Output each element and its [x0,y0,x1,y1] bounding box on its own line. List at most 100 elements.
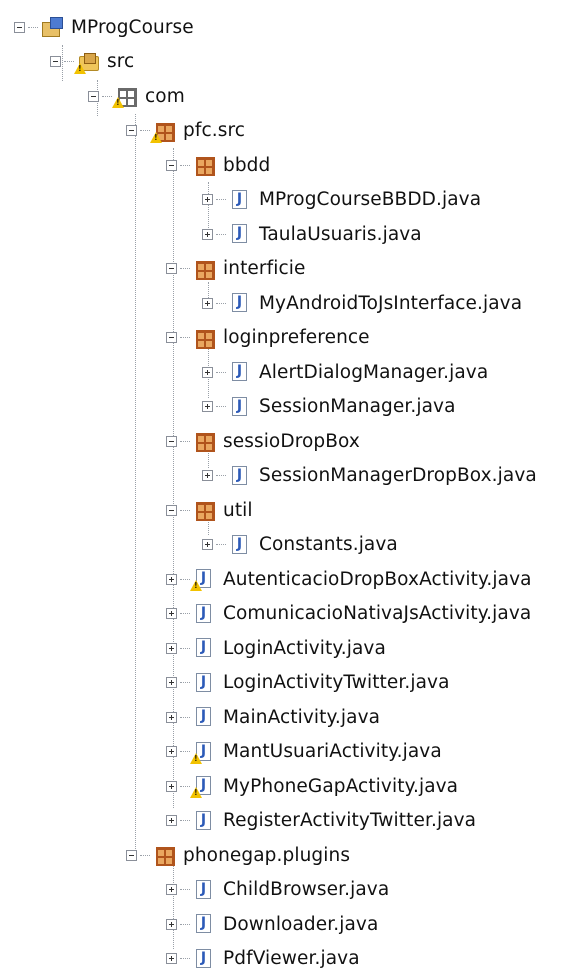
tree-item-folder[interactable]: pfc.src [126,116,245,146]
tree-item-file[interactable]: J MProgCourseBBDD.java [202,185,481,215]
tree-item-label: Constants.java [259,534,398,555]
expand-icon[interactable] [166,746,177,757]
expand-icon[interactable] [166,677,177,688]
tree-item-file[interactable]: J ComunicacioNativaJsActivity.java [166,599,531,629]
expand-icon[interactable] [166,780,177,792]
tree-item-file[interactable]: J SessionManager.java [202,392,456,422]
tree-item-label: ComunicacioNativaJsActivity.java [223,603,532,624]
java-file-icon: J [193,879,215,901]
tree-item-label: LoginActivity.java [223,637,386,659]
tree-connector [180,578,190,580]
tree-item-label: interficie [223,258,306,279]
collapse-icon[interactable] [166,332,177,343]
tree-item-label: MProgCourse [71,16,194,38]
tree-item-label: MantUsuariActivity.java [223,741,442,762]
tree-item-label: RegisterActivityTwitter.java [223,810,477,831]
tree-item-folder[interactable]: MProgCourse [14,12,194,42]
tree-item-file[interactable]: J MyAndroidToJsInterface.java [202,288,522,318]
collapse-icon[interactable] [166,504,177,516]
collapse-icon[interactable] [126,849,137,861]
tree-item-label: loginpreference [223,327,370,348]
tree-item-label: SessionManager.java [259,396,456,417]
collapse-icon[interactable] [14,21,25,33]
tree-item-file[interactable]: J TaulaUsuaris.java [202,219,422,249]
java-file-icon: J [193,603,215,625]
tree-item-label: Downloader.java [223,913,379,935]
expand-icon[interactable] [202,539,213,550]
tree-connector [64,61,74,62]
tree-item-file[interactable]: J RegisterActivityTwitter.java [166,806,476,836]
tree-item-folder[interactable]: interficie [166,254,305,284]
tree-item-folder[interactable]: sessioDropBox [166,426,360,456]
collapse-icon[interactable] [166,263,177,274]
tree-item-file[interactable]: J ChildBrowser.java [166,875,389,905]
expand-icon[interactable] [166,918,177,930]
expand-icon[interactable] [166,642,177,654]
tree-connector [216,544,226,545]
tree-item-file[interactable]: J LoginActivity.java [166,633,386,663]
warning-icon [150,131,162,143]
java-file-icon: J [190,741,215,764]
expand-icon[interactable] [166,884,177,895]
java-file-icon: J [193,672,215,694]
package-explorer-tree: MProgCourse srccom pfc.src bbdd J MProgCourse… [0,0,565,969]
tree-item-file[interactable]: J MyPhoneGapActivity.java [166,771,458,801]
tree-connector [180,337,190,338]
tree-connector [180,682,190,683]
tree-item-label: pfc.src [183,120,246,141]
tree-item-file[interactable]: J MantUsuariActivity.java [166,737,442,767]
tree-item-folder[interactable]: com [88,81,185,111]
java-file-icon: J [193,948,215,970]
tree-item-label: AutenticacioDropBoxActivity.java [223,568,532,590]
expand-icon[interactable] [202,470,213,481]
collapse-icon[interactable] [88,90,99,102]
tree-item-folder[interactable]: util [166,495,253,525]
tree-item-file[interactable]: J SessionManagerDropBox.java [202,461,537,491]
tree-item-file[interactable]: J LoginActivityTwitter.java [166,668,450,698]
tree-item-file[interactable]: J Downloader.java [166,909,378,939]
warning-icon [190,752,202,764]
java-file-icon: J [229,292,251,314]
tree-item-folder[interactable]: bbdd [166,150,270,180]
expand-icon[interactable] [202,401,213,412]
expand-icon[interactable] [202,194,213,205]
tree-item-label: src [107,51,135,72]
expand-icon[interactable] [166,953,177,964]
collapse-icon[interactable] [166,435,177,447]
collapse-icon[interactable] [126,125,137,136]
tree-item-folder[interactable]: loginpreference [166,323,370,353]
tree-item-file[interactable]: J Constants.java [202,530,398,560]
tree-item-label: util [223,499,253,521]
warning-icon [190,580,202,591]
project-icon [41,16,63,38]
tree-item-folder[interactable]: src [50,47,134,77]
expand-icon[interactable] [166,815,177,826]
collapse-icon[interactable] [166,159,177,171]
source-folder-icon [74,51,99,74]
package-icon [112,85,137,108]
tree-item-label: MProgCourseBBDD.java [259,189,482,210]
tree-item-file[interactable]: J AutenticacioDropBoxActivity.java [166,564,532,594]
tree-item-file[interactable]: J MainActivity.java [166,702,380,732]
expand-icon[interactable] [202,297,213,309]
package-icon [193,327,215,349]
tree-item-file[interactable]: J PdfViewer.java [166,944,360,974]
tree-item-label: MainActivity.java [223,706,381,728]
collapse-icon[interactable] [50,56,61,67]
tree-item-folder[interactable]: phonegap.plugins [126,840,350,870]
java-file-icon: J [193,913,215,935]
tree-item-label: SessionManagerDropBox.java [259,465,537,486]
expand-icon[interactable] [202,228,213,240]
expand-icon[interactable] [166,608,177,619]
tree-connector [216,406,226,407]
package-icon [193,430,215,452]
expand-icon[interactable] [202,366,213,378]
java-file-icon: J [193,637,215,659]
expand-icon[interactable] [166,573,177,585]
tree-connector [180,647,190,649]
tree-item-file[interactable]: J AlertDialogManager.java [202,357,488,387]
expand-icon[interactable] [166,711,177,723]
tree-item-label: ChildBrowser.java [223,879,390,900]
package-icon [153,844,175,866]
java-file-icon: J [229,361,251,383]
